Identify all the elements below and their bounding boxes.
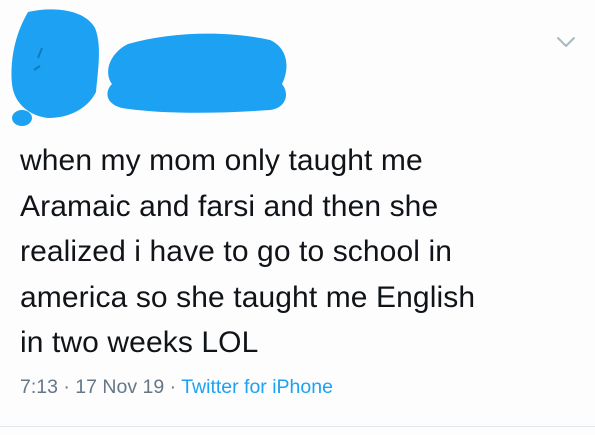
tweet-text-line: america so she taught me English bbox=[20, 280, 476, 314]
tweet-text-line: when my mom only taught me bbox=[20, 144, 423, 177]
tweet-text-line: Aramaic and farsi and then she bbox=[20, 189, 439, 223]
divider bbox=[0, 426, 595, 427]
tweet-meta: 7:13 · 17 Nov 19 · Twitter for iPhone bbox=[20, 376, 333, 399]
chevron-down-icon[interactable] bbox=[555, 34, 577, 50]
tweet-date[interactable]: 17 Nov 19 bbox=[75, 376, 164, 398]
redaction-name-scribble bbox=[107, 33, 287, 113]
meta-separator: · bbox=[63, 376, 70, 398]
redaction-avatar-scribble bbox=[11, 9, 99, 118]
redaction-dot bbox=[12, 110, 32, 126]
tweet-text: when my mom only taught me Aramaic and f… bbox=[20, 138, 580, 366]
redacted-user-info bbox=[11, 9, 287, 126]
tweet-card: when my mom only taught me Aramaic and f… bbox=[0, 0, 595, 435]
tweet-time[interactable]: 7:13 bbox=[20, 376, 58, 398]
meta-separator: · bbox=[169, 376, 177, 398]
tweet-text-line: realized i have to go to school in bbox=[20, 235, 452, 268]
tweet-source-link[interactable]: Twitter for iPhone bbox=[181, 376, 333, 398]
tweet-text-line: in two weeks LOL bbox=[20, 326, 259, 359]
